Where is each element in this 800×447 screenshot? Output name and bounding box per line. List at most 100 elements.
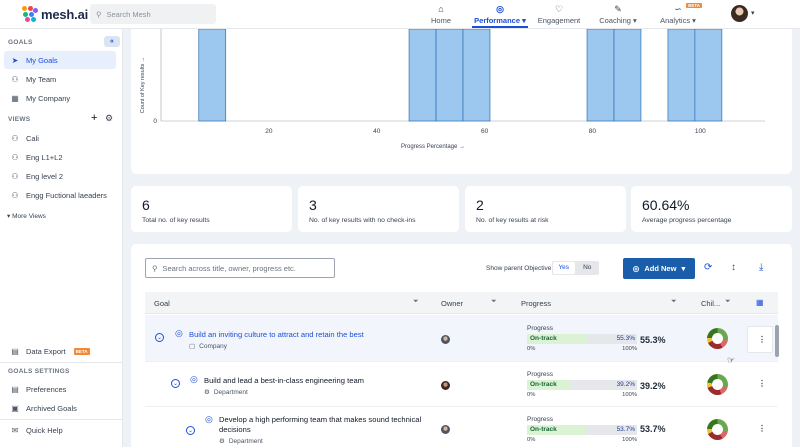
column-header-goal[interactable]: Goal	[154, 299, 170, 308]
stat-value: 2	[476, 197, 484, 213]
owner-avatar[interactable]	[441, 335, 450, 344]
sidebar-item-archived-goals[interactable]: ▣ Archived Goals	[4, 399, 116, 417]
expand-icon[interactable]: ⌄	[171, 379, 180, 388]
sidebar: GOALS « ➤ My Goals ⚇ My Team ▦ My Compan…	[0, 29, 123, 447]
x-tick-label: 80	[589, 128, 597, 135]
goal-title[interactable]: Build and lead a best-in-class engineeri…	[204, 376, 364, 386]
table-search-input[interactable]: ⚲ Search across title, owner, progress e…	[145, 258, 335, 278]
histogram-bar	[613, 29, 642, 122]
global-search-placeholder: Search Mesh	[106, 9, 151, 19]
expand-icon[interactable]: ⌄	[155, 333, 164, 342]
archive-icon: ▣	[11, 403, 19, 413]
progress-min: 0%	[527, 437, 536, 443]
column-header-owner[interactable]: Owner	[441, 299, 463, 308]
sidebar-item-data-export[interactable]: ▤ Data Export BETA	[4, 342, 116, 360]
progress-label: Progress	[527, 416, 554, 423]
collapse-all-icon[interactable]: ↕	[731, 262, 736, 273]
add-view-icon[interactable]: +	[91, 112, 97, 124]
sidebar-item-my-company[interactable]: ▦ My Company	[4, 89, 116, 107]
chevron-down-icon[interactable]: ▾	[751, 9, 755, 17]
progress-widget: Progress On-track 53.7% 0% 100%	[527, 416, 637, 443]
owner-avatar[interactable]	[441, 381, 450, 390]
children-donut-chart[interactable]	[707, 328, 728, 349]
collapse-sidebar-button[interactable]: «	[104, 36, 120, 47]
toggle-no[interactable]: No	[577, 262, 599, 274]
table-scrollbar[interactable]	[775, 325, 779, 357]
more-options-icon[interactable]: ⋮	[758, 379, 766, 388]
sidebar-item-label: Data Export	[26, 346, 66, 356]
download-icon[interactable]: ⤓	[759, 262, 763, 273]
sidebar-item-preferences[interactable]: ▤ Preferences	[4, 380, 116, 398]
preferences-icon: ▤	[11, 384, 19, 394]
more-options-button[interactable]: ⋮	[747, 326, 773, 353]
columns-icon[interactable]: ▦	[756, 298, 764, 307]
gear-icon[interactable]: ⚙	[105, 113, 113, 124]
nav-analytics[interactable]: ∽ Analytics ▾ BETA	[658, 2, 702, 28]
department-icon: ⚙	[219, 438, 225, 445]
add-new-button[interactable]: ◎ Add New ▾	[623, 258, 695, 279]
stat-value: 6	[142, 197, 150, 213]
sidebar-item-view-eng-l1-l2[interactable]: ⚇ Eng L1+L2	[4, 148, 116, 166]
nav-home[interactable]: ⌂ Home	[428, 2, 454, 28]
owner-avatar[interactable]	[441, 425, 450, 434]
coaching-icon: ✎	[614, 4, 622, 14]
nav-engagement-label: Engagement	[537, 16, 581, 25]
more-views-link[interactable]: ▾ More Views	[7, 212, 46, 220]
histogram-bar	[694, 29, 723, 122]
sidebar-item-my-goals[interactable]: ➤ My Goals	[4, 51, 116, 69]
brand-logo[interactable]: mesh.ai	[22, 6, 88, 22]
global-search-input[interactable]: ⚲ Search Mesh	[90, 4, 216, 24]
sidebar-item-my-team[interactable]: ⚇ My Team	[4, 70, 116, 88]
histogram-bar	[408, 29, 437, 122]
nav-analytics-label: Analytics ▾	[660, 16, 696, 25]
column-header-children[interactable]: Chil...	[701, 299, 720, 308]
rocket-icon: ➤	[11, 55, 19, 65]
x-tick-label: 100	[695, 128, 706, 135]
progress-max: 100%	[622, 346, 637, 352]
table-row[interactable]: ⌄ ◎ Build and lead a best-in-class engin…	[145, 363, 778, 407]
stat-label: No. of key results with no check-ins	[309, 217, 416, 224]
goals-settings-header: GOALS SETTINGS	[8, 368, 70, 375]
nav-performance[interactable]: ◎ Performance ▾	[472, 2, 528, 28]
show-parent-toggle[interactable]: Yes No	[552, 261, 599, 275]
filter-icon[interactable]: ⏷	[413, 298, 419, 306]
more-options-icon[interactable]: ⋮	[758, 424, 766, 433]
table-row[interactable]: ⌄ ◎ Build an inviting culture to attract…	[145, 315, 778, 362]
stat-label: Average progress percentage	[642, 217, 732, 224]
table-row[interactable]: ⌄ ◎ Develop a high performing team that …	[145, 408, 778, 447]
show-parent-label: Show parent Objective	[486, 265, 552, 272]
people-icon: ⚇	[11, 152, 19, 162]
children-donut-chart[interactable]	[707, 419, 728, 440]
goal-title[interactable]: Develop a high performing team that make…	[219, 415, 429, 435]
goal-title[interactable]: Build an inviting culture to attract and…	[189, 330, 364, 340]
nav-coaching[interactable]: ✎ Coaching ▾	[598, 2, 638, 28]
toggle-yes[interactable]: Yes	[553, 262, 575, 274]
expand-icon[interactable]: ⌄	[186, 426, 195, 435]
top-bar: mesh.ai ⚲ Search Mesh ⌂ Home ◎ Performan…	[0, 0, 800, 29]
filter-icon[interactable]: ⏷	[671, 298, 677, 306]
sidebar-item-view-engg-functional[interactable]: ⚇ Engg Fuctional laeaders	[4, 186, 116, 204]
people-icon: ⚇	[11, 171, 19, 181]
column-header-progress[interactable]: Progress	[521, 299, 551, 308]
children-donut-chart[interactable]	[707, 374, 728, 395]
filter-icon[interactable]: ⏷	[725, 298, 731, 306]
sidebar-item-view-eng-level-2[interactable]: ⚇ Eng level 2	[4, 167, 116, 185]
filter-icon[interactable]: ⏷	[491, 298, 497, 306]
sidebar-item-label: Quick Help	[26, 425, 63, 435]
sidebar-item-quick-help[interactable]: ✉ Quick Help	[4, 421, 116, 439]
status-badge: On-track	[530, 335, 557, 342]
histogram-bar	[667, 29, 696, 122]
export-icon: ▤	[11, 346, 19, 356]
objective-icon: ◎	[175, 328, 183, 338]
sidebar-item-label: Cali	[26, 133, 39, 143]
goal-scope-label: Department	[228, 437, 263, 445]
sidebar-item-view-cali[interactable]: ⚇ Cali	[4, 129, 116, 147]
user-avatar[interactable]	[731, 5, 748, 22]
nav-engagement[interactable]: ♡ Engagement	[537, 2, 581, 28]
stat-label: Total no. of key results	[142, 217, 210, 224]
progress-percent: 39.2%	[640, 381, 666, 391]
nav-coaching-label: Coaching ▾	[599, 16, 637, 25]
progress-label: Progress	[527, 325, 554, 332]
sidebar-item-label: My Team	[26, 74, 57, 84]
refresh-icon[interactable]: ⟳	[704, 262, 712, 273]
